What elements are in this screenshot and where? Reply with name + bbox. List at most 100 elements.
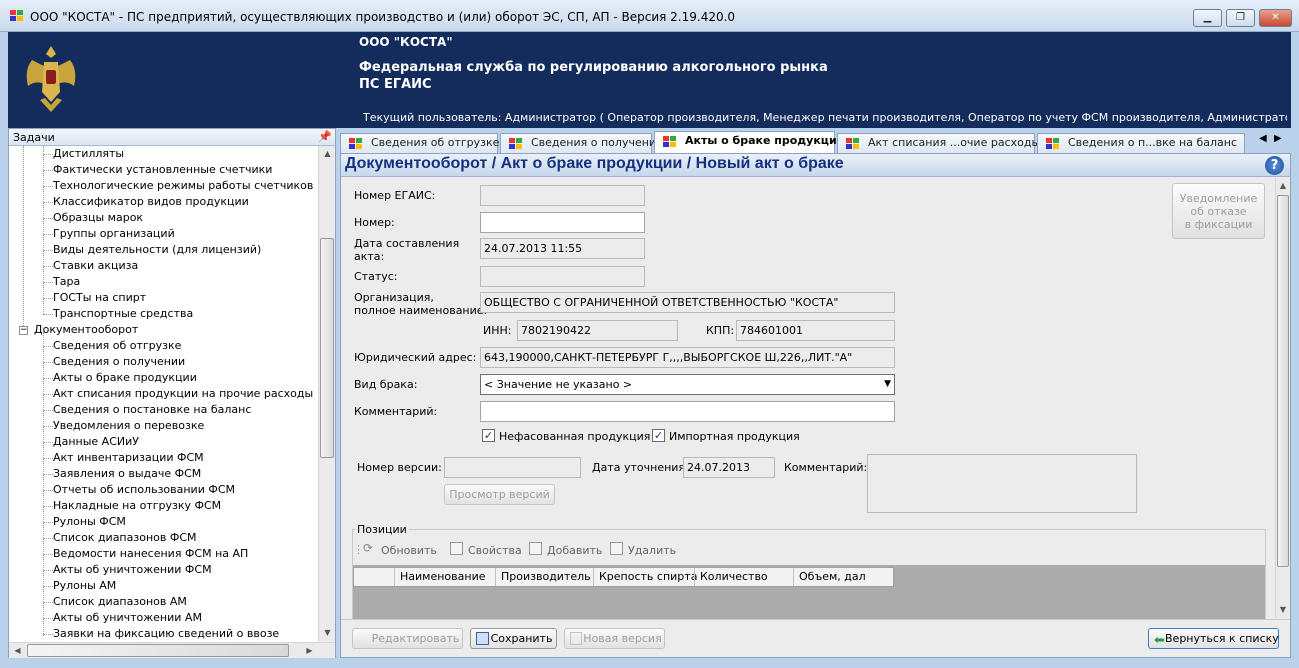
document-tabs: Сведения об отгрузке Сведения о получении… xyxy=(340,131,1291,153)
tab-scroll-left-icon[interactable]: ◀ xyxy=(1259,133,1267,144)
help-icon[interactable]: ? xyxy=(1265,156,1284,175)
imported-product-checkbox[interactable]: ✓ xyxy=(652,429,665,442)
pin-icon[interactable]: 📌 xyxy=(318,130,332,143)
egais-number-field[interactable] xyxy=(480,185,645,206)
column-quantity[interactable]: Количество xyxy=(694,568,793,586)
kpp-field[interactable]: 784601001 xyxy=(736,320,895,341)
tab-5[interactable]: Сведения о п...вке на баланс xyxy=(1037,133,1245,153)
close-icon[interactable]: ✕ xyxy=(1259,9,1292,27)
main-scroll-down-icon[interactable]: ▼ xyxy=(1276,602,1290,618)
refresh-button[interactable]: Обновить xyxy=(381,544,437,557)
tree-item-docflow[interactable]: Ведомости нанесения ФСМ на АП xyxy=(53,546,248,562)
properties-button[interactable]: Свойства xyxy=(468,544,522,557)
maximize-icon[interactable]: ❐ xyxy=(1226,9,1255,27)
tab-1[interactable]: Сведения об отгрузке xyxy=(340,133,499,153)
tree-item[interactable]: Тара xyxy=(53,274,80,290)
version-comment-field[interactable] xyxy=(867,454,1137,513)
tree-item-docflow[interactable]: Заявления о выдаче ФСМ xyxy=(53,466,201,482)
status-label: Статус: xyxy=(354,270,398,283)
tree-group-docflow[interactable]: Документооборот xyxy=(34,322,138,338)
tree-item-docflow[interactable]: Отчеты об использовании ФСМ xyxy=(53,482,235,498)
tree-item[interactable]: Образцы марок xyxy=(53,210,143,226)
column-strength[interactable]: Крепость спирта xyxy=(593,568,697,586)
scroll-up-icon[interactable]: ▲ xyxy=(319,146,336,162)
tree-item-docflow[interactable]: Накладные на отгрузку ФСМ xyxy=(53,498,221,514)
delete-button[interactable]: Удалить xyxy=(628,544,676,557)
main-scroll-up-icon[interactable]: ▲ xyxy=(1276,178,1290,194)
comment-label: Комментарий: xyxy=(354,405,438,418)
current-user-info: Текущий пользователь: Администратор ( Оп… xyxy=(363,111,1287,124)
tree-item-docflow[interactable]: Список диапазонов АМ xyxy=(53,594,187,610)
tree-connector xyxy=(43,282,53,283)
tree-item-docflow[interactable]: Акт списания продукции на прочие расходы xyxy=(53,386,313,402)
tree-item-docflow[interactable]: Сведения о получении xyxy=(53,354,185,370)
save-button[interactable]: Сохранить xyxy=(470,628,557,649)
tree-item-docflow[interactable]: Сведения об отгрузке xyxy=(53,338,181,354)
tab-2[interactable]: Сведения о получении xyxy=(500,133,663,153)
tree-item[interactable]: Технологические режимы работы счетчиков xyxy=(53,178,313,194)
version-number-field[interactable] xyxy=(444,457,581,478)
column-volume[interactable]: Объем, дал xyxy=(793,568,893,586)
new-version-button[interactable]: Новая версия xyxy=(564,628,665,649)
tree-item[interactable]: Фактически установленные счетчики xyxy=(53,162,272,178)
tree-item-docflow[interactable]: Акты о браке продукции xyxy=(53,370,197,386)
main-vertical-scrollbar[interactable]: ▲ ▼ xyxy=(1275,178,1290,618)
add-button[interactable]: Добавить xyxy=(547,544,602,557)
tree-item-docflow[interactable]: Акт инвентаризации ФСМ xyxy=(53,450,204,466)
scroll-right-icon[interactable]: ▶ xyxy=(301,643,318,659)
tree-item[interactable]: Классификатор видов продукции xyxy=(53,194,249,210)
tree-item-docflow[interactable]: Уведомления о перевозке xyxy=(53,418,204,434)
main-scroll-thumb[interactable] xyxy=(1277,195,1289,567)
tree-item-docflow[interactable]: Акты об уничтожении ФСМ xyxy=(53,562,212,578)
tree-item-docflow[interactable]: Список диапазонов ФСМ xyxy=(53,530,197,546)
refine-date-field[interactable]: 24.07.2013 xyxy=(683,457,775,478)
tab-3[interactable]: Акты о браке продукции xyxy=(654,131,844,153)
tree-horizontal-scrollbar[interactable]: ◀ ▶ xyxy=(9,642,335,658)
status-field[interactable] xyxy=(480,266,645,287)
kpp-label: КПП: xyxy=(706,324,735,337)
column-producer[interactable]: Производитель xyxy=(495,568,593,586)
collapse-icon[interactable]: − xyxy=(19,326,28,335)
edit-button[interactable]: Редактировать xyxy=(352,628,463,649)
scroll-left-icon[interactable]: ◀ xyxy=(9,643,26,659)
defect-type-select[interactable]: < Значение не указано > ▼ xyxy=(480,374,895,395)
banner-org-name: ООО "КОСТА" xyxy=(359,35,453,49)
bulk-product-checkbox[interactable]: ✓ xyxy=(482,429,495,442)
tree-item-docflow[interactable]: Рулоны ФСМ xyxy=(53,514,126,530)
window-title: ООО "КОСТА" - ПС предприятий, осуществля… xyxy=(30,10,736,24)
tab-scroll-right-icon[interactable]: ▶ xyxy=(1274,133,1282,144)
eagle-emblem-icon xyxy=(26,46,76,112)
comment-input[interactable] xyxy=(480,401,895,422)
tree-item[interactable]: Группы организаций xyxy=(53,226,175,242)
tree-vertical-scrollbar[interactable]: ▲ ▼ xyxy=(318,146,335,642)
refusal-notification-button[interactable]: Уведомление об отказе в фиксации xyxy=(1172,183,1265,239)
hscroll-thumb[interactable] xyxy=(27,644,289,657)
tree-item-docflow[interactable]: Рулоны АМ xyxy=(53,578,116,594)
view-versions-button[interactable]: Просмотр версий xyxy=(444,484,555,505)
number-input[interactable] xyxy=(480,212,645,233)
act-date-field[interactable]: 24.07.2013 11:55 xyxy=(480,238,645,259)
tree-item-docflow[interactable]: Сведения о постановке на баланс xyxy=(53,402,251,418)
scroll-down-icon[interactable]: ▼ xyxy=(319,625,336,641)
tree-item[interactable]: ГОСТы на спирт xyxy=(53,290,146,306)
back-to-list-button[interactable]: ⬅ Вернуться к списку xyxy=(1148,628,1279,649)
notify-line-3: в фиксации xyxy=(1184,218,1253,231)
tree-item-docflow[interactable]: Заявки на фиксацию сведений о ввозе xyxy=(53,626,279,642)
tree-connector xyxy=(43,170,53,171)
refresh-icon: ⟳ xyxy=(363,541,374,555)
tree-item[interactable]: Виды деятельности (для лицензий) xyxy=(53,242,261,258)
org-name-field[interactable]: ОБЩЕСТВО С ОГРАНИЧЕННОЙ ОТВЕТСТВЕННОСТЬЮ… xyxy=(480,292,895,313)
tree-connector xyxy=(43,250,53,251)
tree-item-docflow[interactable]: Данные АСИиУ xyxy=(53,434,139,450)
tree-item[interactable]: Ставки акциза xyxy=(53,258,138,274)
tree-item-docflow[interactable]: Акты об уничтожении АМ xyxy=(53,610,202,626)
positions-grid[interactable]: Наименование Производитель Крепость спир… xyxy=(353,565,1265,619)
column-name[interactable]: Наименование xyxy=(394,568,495,586)
tree-item[interactable]: Транспортные средства xyxy=(53,306,193,322)
minimize-icon[interactable]: ▁ xyxy=(1193,9,1222,27)
tree-item[interactable]: Дистилляты xyxy=(53,146,124,162)
address-field[interactable]: 643,190000,САНКТ-ПЕТЕРБУРГ Г,,,,ВЫБОРГСК… xyxy=(480,347,895,368)
scroll-thumb[interactable] xyxy=(320,238,334,458)
tab-4[interactable]: Акт списания ...очие расходы xyxy=(837,133,1040,153)
inn-field[interactable]: 7802190422 xyxy=(517,320,678,341)
